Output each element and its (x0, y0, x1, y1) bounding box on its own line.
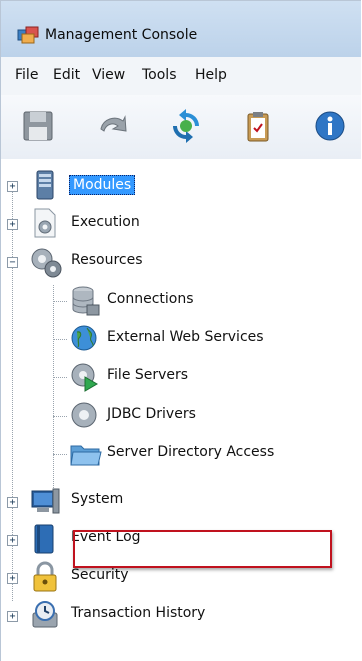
tree-item-label: File Servers (107, 367, 189, 383)
tree-item-system[interactable]: System (29, 485, 329, 515)
tree-item-label: JDBC Drivers (107, 406, 196, 422)
tree-item-label: Execution (71, 214, 140, 230)
menu-file[interactable]: File (15, 67, 38, 83)
menu-bar: File Edit View Tools Help (1, 57, 361, 96)
toolbar (1, 95, 361, 160)
tree-item-label: Modules (69, 175, 136, 195)
tree-item-modules[interactable]: Modules (29, 169, 329, 200)
lock-icon (33, 561, 57, 592)
database-icon (72, 286, 100, 316)
tree-connector (53, 377, 67, 378)
collapse-resources-button[interactable]: − (7, 257, 18, 268)
expand-security-button[interactable]: + (7, 573, 18, 584)
management-console-window: Management Console File Edit View Tools … (0, 0, 361, 661)
refresh-icon[interactable] (169, 109, 203, 143)
tree-item-file-servers[interactable]: File Servers (69, 361, 349, 392)
menu-tools[interactable]: Tools (142, 67, 177, 83)
globe-icon (71, 325, 97, 351)
tree-connector (53, 454, 67, 455)
tree-connector (53, 416, 67, 417)
computer-icon (31, 488, 60, 514)
server-icon (36, 170, 54, 200)
tree-item-label: Server Directory Access (107, 444, 275, 460)
info-icon[interactable] (313, 109, 347, 143)
window-title: Management Console (45, 27, 198, 43)
app-icon (17, 26, 39, 44)
menu-view[interactable]: View (92, 67, 125, 83)
folder-icon (70, 445, 102, 466)
history-clock-icon (32, 601, 58, 628)
tree-item-label: System (71, 491, 124, 507)
tree-item-external-web-services[interactable]: External Web Services (69, 323, 349, 353)
document-gear-icon (34, 208, 56, 238)
menu-help[interactable]: Help (195, 67, 227, 83)
tree-connector (53, 301, 67, 302)
expand-execution-button[interactable]: + (7, 219, 18, 230)
tree-resources-line (53, 285, 54, 512)
gears-icon (31, 248, 62, 278)
tree-item-label: Transaction History (71, 605, 206, 621)
tree-item-resources[interactable]: Resources (29, 245, 329, 278)
menu-edit[interactable]: Edit (53, 67, 80, 83)
undo-icon[interactable] (95, 109, 129, 143)
tree-item-label: Security (71, 567, 129, 583)
tree-item-execution[interactable]: Execution (29, 207, 329, 238)
highlight-box (73, 530, 332, 568)
tree-item-server-directory-access[interactable]: Server Directory Access (69, 438, 319, 468)
tree-connector (53, 339, 67, 340)
gear-icon (71, 402, 97, 428)
tree-item-label: Connections (107, 291, 194, 307)
save-icon[interactable] (21, 109, 55, 143)
tree-item-connections[interactable]: Connections (69, 285, 349, 316)
expand-system-button[interactable]: + (7, 497, 18, 508)
tree-item-label: Resources (71, 252, 143, 268)
navigation-tree: + Modules + Execution − Resources Connec… (1, 159, 361, 661)
gear-play-icon (71, 363, 98, 392)
tree-item-jdbc-drivers[interactable]: JDBC Drivers (69, 400, 349, 430)
log-book-icon (34, 524, 54, 554)
title-bar: Management Console (1, 1, 361, 57)
expand-event-log-button[interactable]: + (7, 535, 18, 546)
tree-item-label: External Web Services (107, 329, 264, 345)
expand-transaction-history-button[interactable]: + (7, 611, 18, 622)
clipboard-icon[interactable] (241, 109, 275, 143)
expand-modules-button[interactable]: + (7, 181, 18, 192)
tree-item-transaction-history[interactable]: Transaction History (29, 599, 329, 629)
